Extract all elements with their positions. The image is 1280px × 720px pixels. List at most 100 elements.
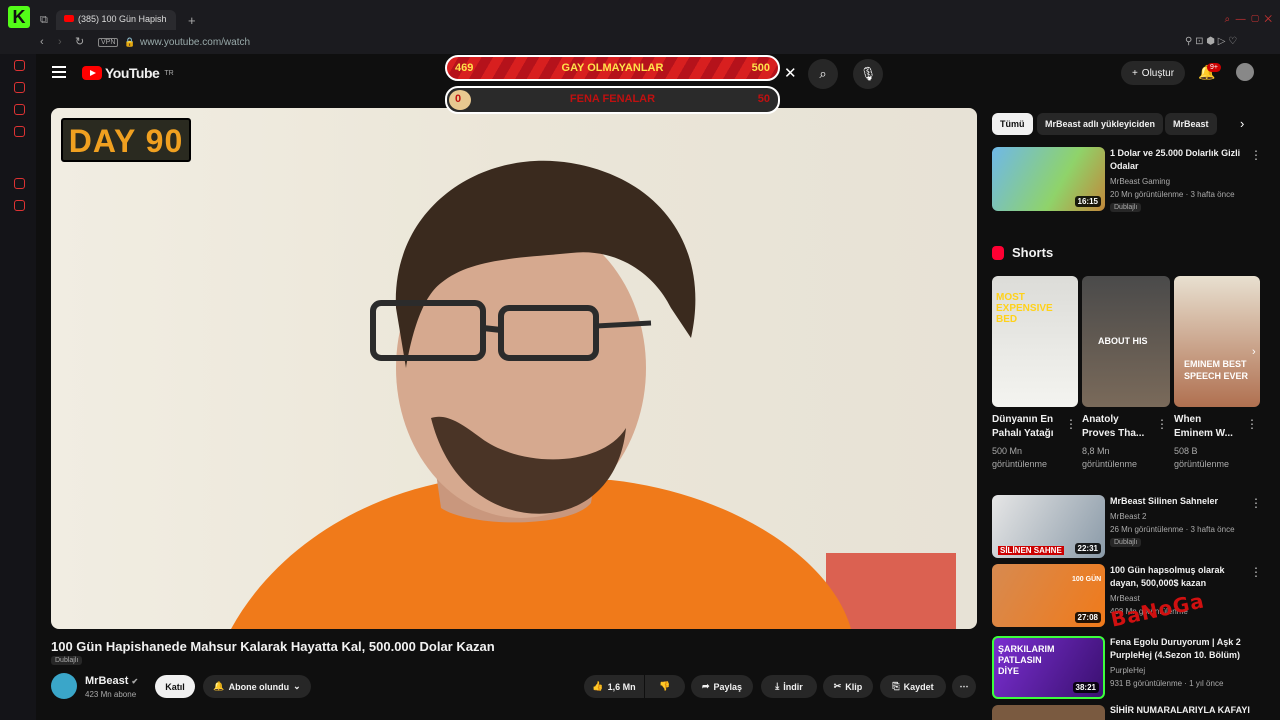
short-thumb-text: MOST EXPENSIVE BED	[996, 292, 1053, 325]
rec-title[interactable]: SİHİR NUMARALARIYLA KAFAYI	[1110, 704, 1250, 717]
video-player[interactable]: DAY 90	[51, 108, 977, 629]
rec-title[interactable]: 1 Dolar ve 25.000 Dolarlık Gizli Odalar	[1110, 147, 1240, 173]
chevron-right-icon[interactable]: ›	[1240, 116, 1244, 131]
kick-logo-icon[interactable]: K	[8, 6, 30, 28]
short-thumbnail[interactable]: MOST EXPENSIVE BED	[992, 276, 1078, 407]
video-title: 100 Gün Hapishanede Mahsur Kalarak Hayat…	[51, 639, 495, 654]
clear-search-icon[interactable]: ✕	[784, 64, 797, 82]
clip-button[interactable]: ✂ Klip	[823, 675, 873, 698]
short-thumb-text: EMINEM BEST SPEECH EVER	[1184, 359, 1249, 381]
new-tab-icon[interactable]: +	[188, 13, 196, 28]
sidebar-icon-4[interactable]	[14, 126, 25, 137]
day-badge: DAY 90	[61, 118, 191, 162]
chip-mrbeast[interactable]: MrBeast	[1165, 113, 1217, 135]
scissors-icon: ✂	[833, 681, 842, 691]
forward-icon[interactable]: ›	[58, 36, 62, 48]
rec-channel[interactable]: PurpleHej	[1110, 664, 1145, 677]
short-thumbnail[interactable]: ABOUT HIS	[1082, 276, 1170, 407]
rec-thumb-text: ŞARKILARIM PATLASIN DİYE	[998, 644, 1055, 676]
short-title[interactable]: When Eminem W...	[1174, 413, 1252, 441]
rec-menu-icon[interactable]: ⋮	[1250, 148, 1262, 162]
short-menu-icon[interactable]: ⋮	[1246, 417, 1258, 431]
shorts-icon	[992, 245, 1004, 260]
youtube-tab-icon	[64, 15, 74, 22]
short-menu-icon[interactable]: ⋮	[1156, 417, 1168, 431]
region-code: TR	[164, 69, 174, 77]
more-button[interactable]: ⋯	[952, 675, 976, 698]
vpn-badge[interactable]: VPN	[98, 38, 119, 47]
chip-all[interactable]: Tümü	[992, 113, 1033, 135]
subscribed-button[interactable]: 🔔 Abone olundu ⌄	[203, 675, 311, 698]
rec-thumbnail[interactable]	[992, 705, 1105, 720]
plus-icon: +	[1131, 67, 1138, 79]
short-title[interactable]: Anatoly Proves Tha...	[1082, 413, 1160, 441]
rec-thumbnail[interactable]: 16:15	[992, 147, 1105, 211]
rec-thumbnail[interactable]: SİLİNEN SAHNE 22:31	[992, 495, 1105, 558]
sidebar-icon-3[interactable]	[14, 104, 25, 115]
sidebar-icon-1[interactable]	[14, 60, 25, 71]
goal-bar-primary: 469 GAY OLMAYANLAR 500	[445, 55, 780, 81]
chip-uploader[interactable]: MrBeast adlı yükleyiciden	[1037, 113, 1164, 135]
short-views: 508 Bgörüntülenme	[1174, 446, 1230, 469]
short-title[interactable]: Dünyanın En Pahalı Yatağı	[992, 413, 1070, 441]
search-button[interactable]: ⌕	[808, 59, 838, 89]
like-count: 1,6 Mn	[607, 681, 636, 692]
short-thumb-text: ABOUT HIS	[1098, 336, 1148, 346]
notification-count: 9+	[1207, 63, 1221, 72]
goal-bar-secondary-right: 50	[757, 93, 770, 105]
save-button[interactable]: ⎘ Kaydet	[880, 675, 946, 698]
rec-title[interactable]: 100 Gün hapsolmuş olarak dayan, 500,000$ …	[1110, 564, 1225, 590]
sidebar-icon-5[interactable]	[14, 178, 25, 189]
save-label: Kaydet	[903, 681, 934, 692]
bookmark-icon: ⎘	[892, 681, 900, 691]
short-thumbnail[interactable]: EMINEM BEST SPEECH EVER	[1174, 276, 1260, 407]
channel-name[interactable]: MrBeast ✔	[85, 675, 138, 687]
rec-menu-icon[interactable]: ⋮	[1250, 496, 1262, 510]
rec-duration: 27:08	[1074, 612, 1101, 623]
like-button[interactable]: 👍 1,6 Mn	[584, 675, 644, 698]
create-label: Oluştur	[1141, 67, 1175, 79]
microphone-icon: 🎙	[859, 66, 877, 81]
share-icon: ➦	[701, 681, 710, 691]
rec-menu-icon[interactable]: ⋮	[1250, 565, 1262, 579]
extension-icons[interactable]: ⚲ ⊡ ⬢ ▷ ♡	[1185, 36, 1237, 47]
sidebar-icon-6[interactable]	[14, 200, 25, 211]
join-button[interactable]: Katıl	[155, 675, 195, 698]
url-field[interactable]: www.youtube.com/watch	[140, 37, 250, 48]
youtube-logo[interactable]: YouTube TR	[82, 64, 174, 82]
shorts-next-icon[interactable]: ›	[1252, 346, 1256, 358]
rec-meta: 20 Mn görüntülenme · 3 hafta önce	[1110, 190, 1235, 199]
share-button[interactable]: ➦ Paylaş	[691, 675, 753, 698]
browser-tab[interactable]: (385) 100 Gün Hapish	[56, 10, 176, 30]
rec-meta: 931 B görüntülenme · 1 yıl önce	[1110, 679, 1224, 688]
avatar[interactable]	[1236, 63, 1254, 81]
create-button[interactable]: + Oluştur	[1121, 61, 1185, 85]
rec-duration: 38:21	[1072, 682, 1099, 693]
short-menu-icon[interactable]: ⋮	[1065, 417, 1077, 431]
rec-channel[interactable]: MrBeast Gaming	[1110, 175, 1170, 188]
dubbed-badge: Dublajlı	[51, 656, 83, 665]
back-icon[interactable]: ‹	[40, 36, 44, 48]
download-button[interactable]: ⤓ İndir	[761, 675, 817, 698]
voice-search-button[interactable]: 🎙	[853, 59, 883, 89]
reload-icon[interactable]: ↻	[75, 35, 84, 48]
rec-channel[interactable]: MrBeast 2	[1110, 510, 1146, 523]
sidebar-icon-2[interactable]	[14, 82, 25, 93]
rec-title[interactable]: Fena Egolu Duruyorum | Aşk 2 PurpleHej (4…	[1110, 636, 1241, 662]
goal-bar-primary-title: GAY OLMAYANLAR	[561, 62, 664, 74]
rec-thumb-text: 100 GÜN	[1072, 576, 1102, 583]
rec-duration: 22:31	[1074, 543, 1101, 554]
menu-icon[interactable]	[52, 66, 66, 78]
rec-title[interactable]: MrBeast Silinen Sahneler	[1110, 495, 1218, 508]
rec-duration: 16:15	[1074, 196, 1101, 207]
subscribed-label: Abone olundu	[228, 681, 290, 692]
short-views: 500 Mn görüntülenme	[992, 446, 1048, 469]
shorts-heading: Shorts	[992, 245, 1053, 260]
rec-thumbnail[interactable]: 100 GÜN 27:08	[992, 564, 1105, 627]
dislike-button[interactable]: 👎	[645, 675, 685, 698]
goal-bar-secondary-title: FENA FENALAR	[569, 93, 656, 105]
window-controls[interactable]: ⌕ — ▢ ✕	[1225, 14, 1273, 25]
rec-thumbnail[interactable]: ŞARKILARIM PATLASIN DİYE 38:21	[992, 636, 1105, 699]
channel-avatar[interactable]	[51, 673, 77, 699]
tab-switch-icon[interactable]: ⧉	[40, 14, 48, 27]
